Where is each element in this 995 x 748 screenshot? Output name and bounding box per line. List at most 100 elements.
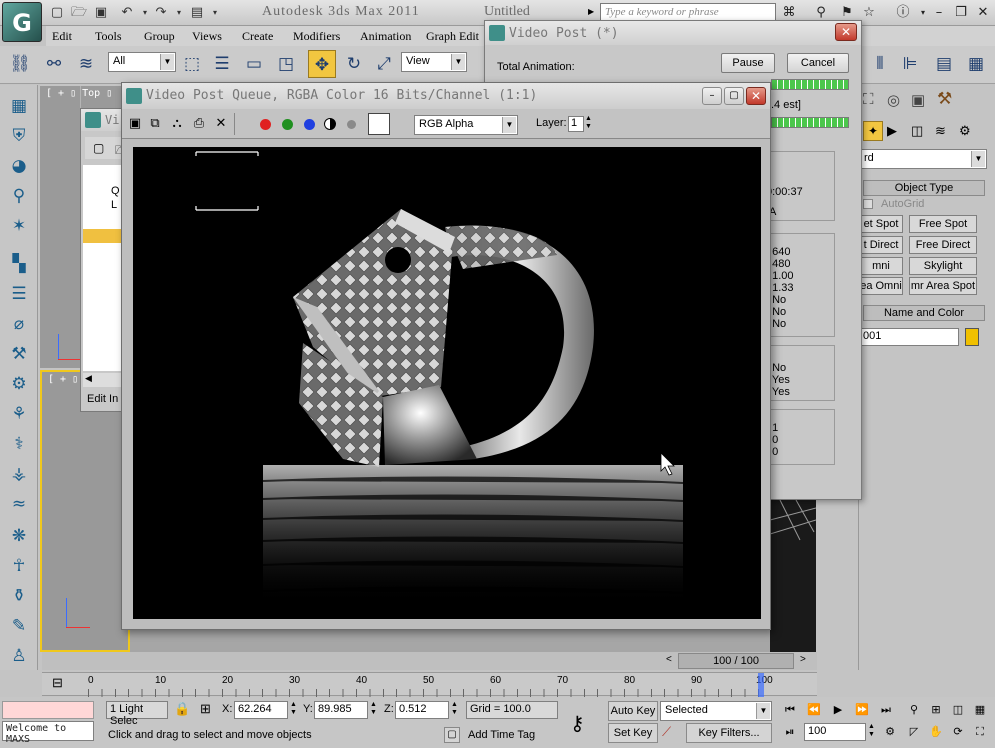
undo-icon[interactable]: ↶ xyxy=(118,4,136,22)
previous-frame-icon[interactable]: ⏪ xyxy=(804,701,824,719)
redo-icon[interactable]: ↷ xyxy=(152,4,170,22)
maximize-viewport-icon[interactable]: ⛶ xyxy=(970,723,990,741)
utilities-tab-icon[interactable]: ⚒ xyxy=(937,89,952,109)
go-to-end-icon[interactable]: ⏭ xyxy=(876,701,896,719)
menu-group[interactable]: Group xyxy=(144,29,175,44)
align-icon[interactable]: ⊫ xyxy=(896,50,924,78)
time-slider-next-icon[interactable]: > xyxy=(800,654,806,665)
layer-value-input[interactable]: 1 xyxy=(568,116,584,132)
skylight-button[interactable]: Skylight xyxy=(909,257,977,275)
target-direct-button[interactable]: t Direct xyxy=(859,236,903,254)
free-direct-button[interactable]: Free Direct xyxy=(909,236,977,254)
brush-icon[interactable]: ✎ xyxy=(6,613,32,639)
layer-manager-icon[interactable]: ▤ xyxy=(930,50,958,78)
menu-create[interactable]: Create xyxy=(242,29,273,44)
default-in-out-tangent-icon[interactable]: ⟋ xyxy=(662,724,671,740)
light-type-select[interactable]: rd ▼ xyxy=(859,149,987,169)
search-expand-icon[interactable]: ▶ xyxy=(588,7,594,16)
graphite-modeling-icon[interactable]: ▦ xyxy=(6,93,32,119)
new-sequence-icon[interactable]: ▢ xyxy=(93,141,104,155)
biped-icon[interactable]: ☥ xyxy=(6,553,32,579)
channel-display-select[interactable]: RGB Alpha ▼ xyxy=(414,115,518,135)
mirror-icon[interactable]: ⫴ xyxy=(866,50,894,78)
wave-icon[interactable]: ≈ xyxy=(6,491,32,517)
object-color-swatch[interactable] xyxy=(965,328,979,346)
cancel-button[interactable]: Cancel xyxy=(787,53,849,73)
current-frame-marker[interactable] xyxy=(758,673,764,697)
star-shape-icon[interactable]: ✶ xyxy=(6,213,32,239)
select-by-name-icon[interactable]: ☰ xyxy=(208,50,236,78)
zoom-all-icon[interactable]: ⊞ xyxy=(926,701,946,719)
pan-view-icon[interactable]: ✋ xyxy=(926,723,946,741)
select-and-rotate-icon[interactable]: ↻ xyxy=(340,50,368,78)
quick-access-dropdown-icon[interactable]: ▾ xyxy=(206,4,224,22)
clone-window-icon[interactable]: ⛬ xyxy=(168,115,186,133)
restore-window-icon[interactable]: ❐ xyxy=(952,4,970,22)
layer-spinner[interactable]: ▲ ▼ xyxy=(585,115,592,131)
knot-icon[interactable]: ❋ xyxy=(6,523,32,549)
target-spot-button[interactable]: et Spot xyxy=(859,215,903,233)
selection-lock-icon[interactable]: 🔒 xyxy=(174,701,190,717)
y-spinner[interactable]: ▲ ▼ xyxy=(370,701,377,717)
name-and-color-rollout-header[interactable]: Name and Color xyxy=(863,305,985,321)
next-frame-icon[interactable]: ⏩ xyxy=(852,701,872,719)
bottle-icon[interactable]: ⚱ xyxy=(6,583,32,609)
red-channel-icon[interactable] xyxy=(260,119,271,130)
z-spinner[interactable]: ▲ ▼ xyxy=(451,701,458,717)
particle-icon[interactable]: ⚶ xyxy=(6,461,32,487)
reference-coordinate-select[interactable]: View ▼ xyxy=(401,52,467,72)
redo-dropdown-icon[interactable]: ▾ xyxy=(170,4,188,22)
tree-item-light[interactable]: L xyxy=(111,199,117,211)
zoom-extents-all-icon[interactable]: ▦ xyxy=(970,701,990,719)
clear-image-icon[interactable]: ✕ xyxy=(212,115,230,133)
select-and-move-icon[interactable]: ✥ xyxy=(308,50,336,78)
select-and-scale-icon[interactable]: ⤢ xyxy=(370,50,398,78)
free-spot-button[interactable]: Free Spot xyxy=(909,215,977,233)
blue-channel-icon[interactable] xyxy=(304,119,315,130)
space-warps-category-icon[interactable]: ≋ xyxy=(935,123,946,139)
monochrome-icon[interactable] xyxy=(347,120,356,129)
viewport-front-label[interactable]: [ + ▯ xyxy=(48,374,78,385)
track-bar[interactable]: ⊟ 0 10 20 30 40 50 60 70 80 90 100 xyxy=(42,672,817,697)
save-image-icon[interactable]: ▣ xyxy=(126,115,144,133)
autogrid-checkbox[interactable] xyxy=(863,199,873,209)
auto-key-button[interactable]: Auto Key xyxy=(608,701,658,721)
cylinder-icon[interactable]: ☰ xyxy=(6,281,32,307)
object-name-input[interactable]: 001 xyxy=(859,328,959,346)
layer-icon[interactable]: ▚ xyxy=(6,251,32,277)
freeform-icon[interactable]: ⛨ xyxy=(6,123,32,149)
maxscript-mini-listener[interactable] xyxy=(2,701,94,719)
omni-button[interactable]: mni xyxy=(859,257,903,275)
key-mode-toggle-icon[interactable]: ⏯ xyxy=(780,723,800,741)
menu-views[interactable]: Views xyxy=(192,29,222,44)
close-icon[interactable]: ✕ xyxy=(746,87,766,105)
absolute-mode-icon[interactable]: ⊞ xyxy=(200,701,211,717)
unlink-icon[interactable]: ⚯ xyxy=(40,50,68,78)
favorites-star-icon[interactable]: ☆ xyxy=(860,4,878,22)
tool-icon[interactable]: ⚒ xyxy=(6,341,32,367)
menu-modifiers[interactable]: Modifiers xyxy=(293,29,340,44)
bone-icon[interactable]: ⚕ xyxy=(6,431,32,457)
viewport-front[interactable]: [ + ▯ xyxy=(40,370,130,652)
select-object-icon[interactable]: ⬚ xyxy=(178,50,206,78)
selection-filter-select[interactable]: All ▼ xyxy=(108,52,176,72)
minimize-window-icon[interactable]: – xyxy=(930,4,948,22)
save-file-icon[interactable]: ▣ xyxy=(92,4,110,22)
gear-icon[interactable]: ⚙ xyxy=(6,371,32,397)
close-icon[interactable]: ✕ xyxy=(835,23,857,41)
maximize-icon[interactable]: ▢ xyxy=(724,87,744,105)
lights-category-icon[interactable]: ✦ xyxy=(863,121,883,141)
background-color-swatch[interactable] xyxy=(368,113,390,135)
print-image-icon[interactable]: ⎙ xyxy=(190,115,208,133)
cameras-category-icon[interactable]: ▶ xyxy=(887,123,897,139)
mr-area-omni-button[interactable]: ea Omni xyxy=(859,277,903,295)
menu-edit[interactable]: Edit xyxy=(52,29,72,44)
graphite-tools-icon[interactable]: ▦ xyxy=(962,50,990,78)
green-channel-icon[interactable] xyxy=(282,119,293,130)
x-coordinate-input[interactable]: 62.264 xyxy=(234,701,288,719)
orbit-icon[interactable]: ⟳ xyxy=(948,723,968,741)
bind-space-warp-icon[interactable]: ≋ xyxy=(72,50,100,78)
sphere-icon[interactable]: ◕ xyxy=(6,153,32,179)
display-tab-icon[interactable]: ▣ xyxy=(911,91,925,109)
copy-image-icon[interactable]: ⧉ xyxy=(146,115,164,133)
